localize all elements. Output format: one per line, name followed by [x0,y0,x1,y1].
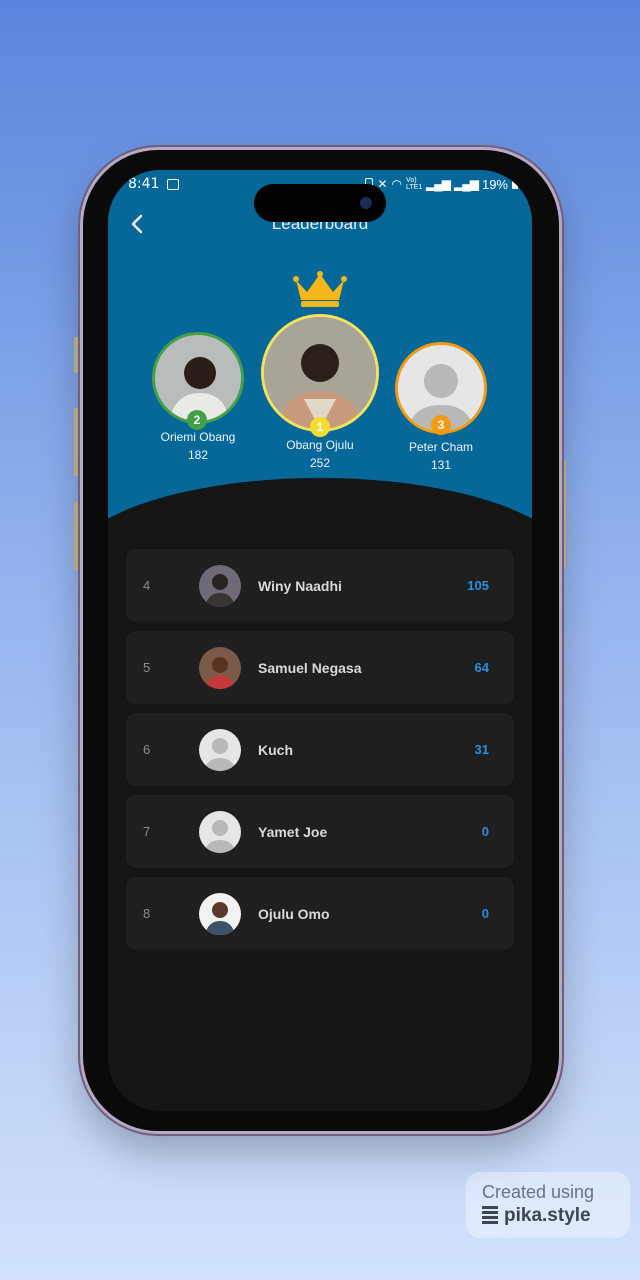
row-name: Samuel Negasa [258,659,362,676]
row-name: Winy Naadhi [258,577,342,594]
row-rank: 7 [143,824,151,839]
avatar [199,728,241,771]
leaderboard-list: 4 Winy Naadhi 105 5 Samuel Negasa 64 6 K… [126,549,514,959]
watermark-line2-row: pika.style [482,1205,630,1227]
signal-icon-2: ▂▄▆ [454,177,479,191]
person-placeholder-icon [199,810,241,853]
list-item[interactable]: 6 Kuch 31 [126,713,514,786]
list-item[interactable]: 4 Winy Naadhi 105 [126,549,514,622]
podium-third[interactable]: 3 Peter Cham 131 [392,342,490,472]
podium-score: 182 [187,448,209,462]
row-name: Yamet Joe [258,823,328,840]
row-rank: 6 [143,742,151,757]
list-item[interactable]: 5 Samuel Negasa 64 [126,631,514,704]
avatar [261,314,379,432]
side-button-action [74,337,79,373]
avatar [199,810,241,853]
dynamic-island [254,184,386,222]
battery-icon [512,179,518,189]
avatar [199,564,241,607]
podium-name: Oriemi Obang [160,430,236,444]
rank-badge: 1 [310,417,330,437]
podium-first[interactable]: 1 Obang Ojulu 252 [258,314,382,470]
avatar [199,646,241,689]
watermark-line2: pika.style [504,1205,591,1226]
row-score: 64 [474,660,489,675]
status-time: 8:41 [128,176,160,192]
wifi-icon: ◠ [391,177,403,191]
side-button-volume-down [74,502,79,570]
row-rank: 4 [143,578,151,593]
person-photo-icon [264,317,376,429]
camera-icon [360,197,372,209]
watermark: Created using pika.style [466,1172,630,1238]
list-item[interactable]: 8 Ojulu Omo 0 [126,877,514,950]
gallery-icon [167,178,180,190]
row-name: Kuch [258,741,293,758]
battery-percent: 19% [481,176,508,192]
person-photo-icon [199,892,241,935]
rank-badge: 2 [187,410,207,430]
row-rank: 8 [143,906,151,921]
row-rank: 5 [143,660,151,675]
crown-icon [293,271,347,307]
podium-name: Obang Ojulu [286,438,354,452]
pika-logo-icon [482,1206,498,1226]
network-label: Vo) LTE1 [406,177,423,191]
watermark-line1: Created using [482,1182,595,1202]
podium-score: 252 [309,456,331,470]
podium-score: 131 [430,458,452,472]
row-score: 0 [481,906,489,921]
person-photo-icon [199,564,241,607]
row-score: 31 [474,742,489,757]
podium-name: Peter Cham [408,440,474,454]
podium-second[interactable]: 2 Oriemi Obang 182 [148,332,248,462]
row-score: 105 [467,578,489,593]
person-photo-icon [199,646,241,689]
person-photo-icon [155,335,241,421]
side-button-volume-up [74,408,79,476]
app-screen: 8:41 ✕ ◠ Vo) LTE1 ▂▄▆ ▂▄▆ 19% Leaderboar… [108,170,532,1111]
signal-icon: ▂▄▆ [426,177,451,191]
list-item[interactable]: 7 Yamet Joe 0 [126,795,514,868]
row-name: Ojulu Omo [258,905,330,922]
row-score: 0 [481,824,489,839]
avatar [199,892,241,935]
rank-badge: 3 [431,415,451,435]
person-placeholder-icon [199,728,241,771]
